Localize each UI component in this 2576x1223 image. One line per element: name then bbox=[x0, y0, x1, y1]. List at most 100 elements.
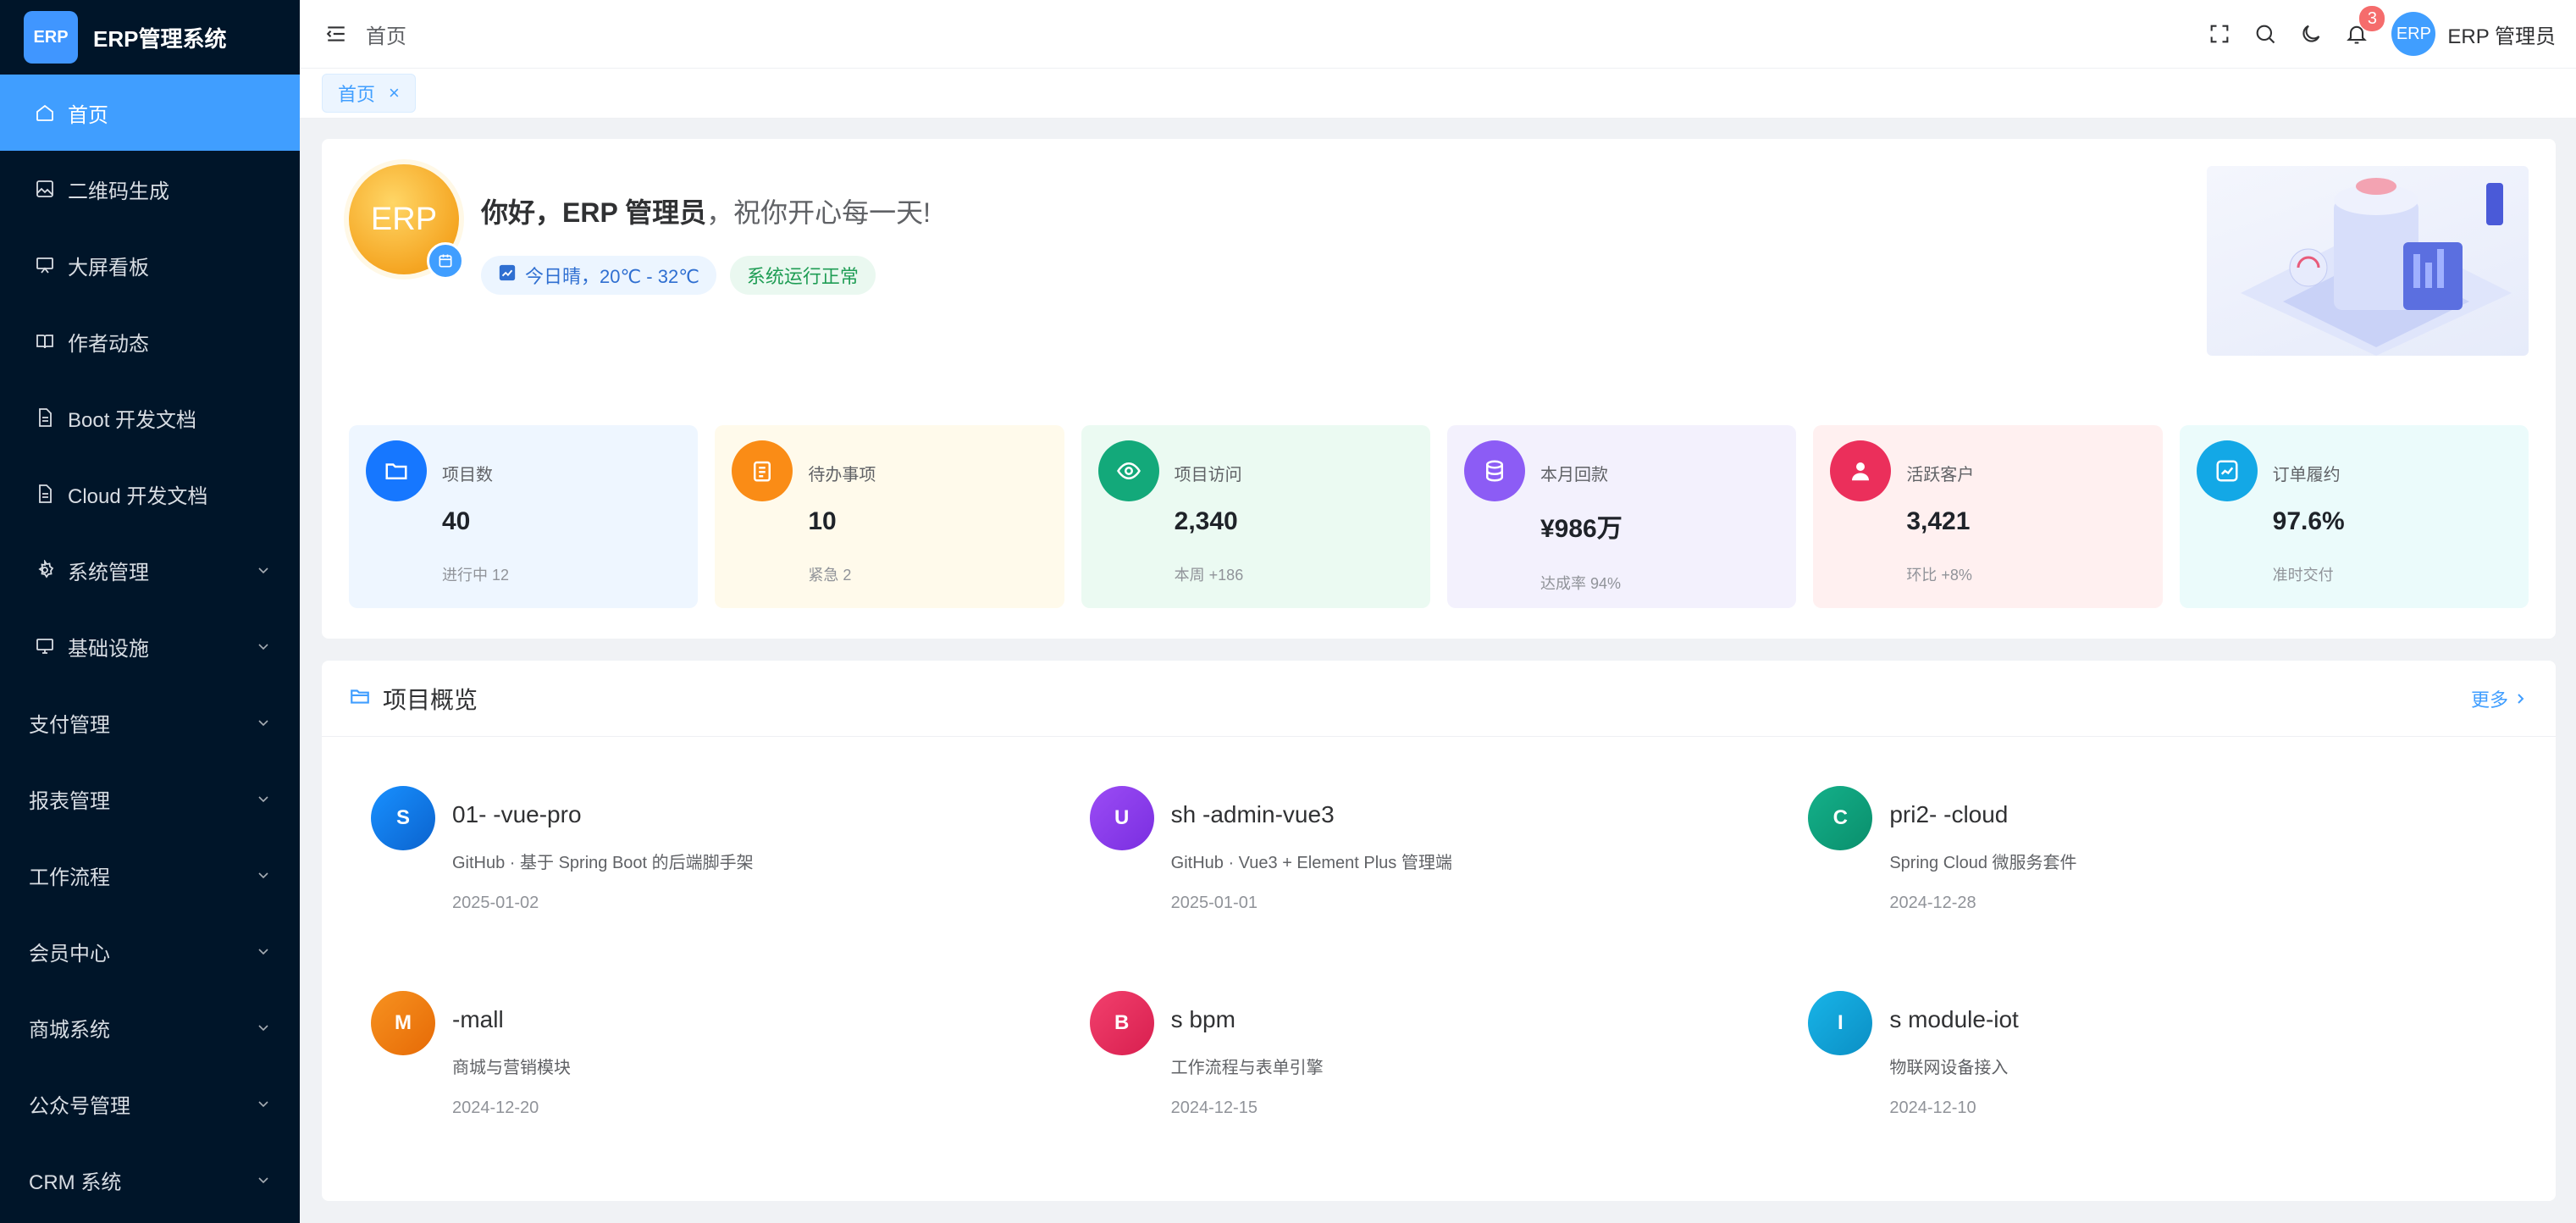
sidebar-item-boot-docs[interactable]: Boot 开发文档 bbox=[0, 379, 300, 456]
app-logo[interactable]: ERP ERP管理系统 bbox=[0, 0, 300, 75]
chevron-down-icon bbox=[256, 562, 271, 578]
project-name[interactable]: 01- -vue-pro bbox=[452, 801, 754, 828]
project-name[interactable]: s bpm bbox=[1171, 1006, 1324, 1033]
status-badge: 系统运行正常 bbox=[729, 256, 876, 295]
app-title: ERP管理系统 bbox=[93, 25, 227, 52]
tab-home[interactable]: 首页 × bbox=[322, 74, 416, 113]
search-icon[interactable] bbox=[2251, 19, 2280, 48]
notification-badge: 3 bbox=[2359, 6, 2385, 31]
eye-icon bbox=[1097, 440, 1159, 501]
project-name[interactable]: sh -admin-vue3 bbox=[1171, 801, 1452, 828]
list-item[interactable]: C pri2- -cloud Spring Cloud 微服务套件 2024-1… bbox=[1808, 786, 2527, 930]
logo-badge: ERP bbox=[24, 11, 78, 64]
sidebar-item-crm[interactable]: CRM 系统 bbox=[0, 1142, 300, 1218]
fullscreen-icon[interactable] bbox=[2205, 19, 2234, 48]
project-avatar: S bbox=[371, 786, 435, 850]
menu-fold-icon[interactable] bbox=[323, 21, 349, 47]
user-name: ERP 管理员 bbox=[2447, 25, 2556, 48]
breadcrumb[interactable]: 首页 bbox=[366, 19, 406, 49]
stat-label: 本月回款 bbox=[1540, 466, 1608, 484]
stat-sub: 本周 +186 bbox=[1174, 567, 1244, 584]
stat-value: 3,421 bbox=[1906, 507, 1971, 535]
project-desc: 工作流程与表单引擎 bbox=[1170, 1059, 1324, 1077]
stat-card-projects[interactable]: 项目数 40 进行中 12 bbox=[349, 425, 699, 608]
top-header: 首页 3 ERP ERP 管理员 bbox=[300, 0, 2576, 68]
stat-card-todos[interactable]: 待办事项 10 紧急 2 bbox=[715, 425, 1064, 608]
page-content: ERP 你好，ERP 管理员，祝你开心每一天! 今日晴，20℃ - 32℃ 系统… bbox=[300, 119, 2576, 1201]
chevron-down-icon bbox=[256, 1096, 271, 1111]
chart-icon bbox=[498, 263, 517, 287]
sidebar-item-reports[interactable]: 报表管理 bbox=[0, 761, 300, 837]
sidebar-item-label: 商城系统 bbox=[29, 1018, 110, 1042]
sidebar-item-infra[interactable]: 基础设施 bbox=[0, 608, 300, 684]
chevron-down-icon bbox=[256, 715, 271, 730]
greeting-prefix: 你好， bbox=[481, 197, 563, 228]
list-item[interactable]: U sh -admin-vue3 GitHub · Vue3 + Element… bbox=[1089, 786, 1809, 930]
sidebar-item-label: 报表管理 bbox=[29, 789, 110, 813]
image-icon bbox=[34, 178, 56, 200]
chevron-down-icon bbox=[256, 1020, 271, 1035]
stats-row: 项目数 40 进行中 12 待办事项 10 紧急 2 项目访问 2,340 本周… bbox=[349, 425, 2529, 608]
sidebar-item-label: 首页 bbox=[68, 103, 108, 127]
list-item[interactable]: M -mall 商城与营销模块 2024-12-20 bbox=[371, 991, 1090, 1135]
sidebar-item-dashboard[interactable]: 大屏看板 bbox=[0, 227, 300, 303]
project-desc: 商城与营销模块 bbox=[452, 1059, 571, 1077]
list-item[interactable]: S 01- -vue-pro GitHub · 基于 Spring Boot 的… bbox=[371, 786, 1090, 930]
project-date: 2024-12-15 bbox=[1170, 1098, 1258, 1117]
stat-card-visits[interactable]: 项目访问 2,340 本周 +186 bbox=[1081, 425, 1430, 608]
sidebar-item-qrcode[interactable]: 二维码生成 bbox=[0, 151, 300, 227]
list-item[interactable]: B s bpm 工作流程与表单引擎 2024-12-15 bbox=[1089, 991, 1809, 1135]
avatar-text: ERP bbox=[370, 201, 438, 237]
sidebar-item-cloud-docs[interactable]: Cloud 开发文档 bbox=[0, 456, 300, 532]
document-icon bbox=[34, 407, 56, 429]
stat-card-orders[interactable]: 订单履约 97.6% 准时交付 bbox=[2179, 425, 2529, 608]
sidebar-item-label: Boot 开发文档 bbox=[68, 408, 197, 432]
chevron-down-icon bbox=[256, 867, 271, 883]
sidebar-item-payment[interactable]: 支付管理 bbox=[0, 684, 300, 761]
tags-view: 首页 × bbox=[300, 68, 2576, 119]
sidebar-item-system[interactable]: 系统管理 bbox=[0, 532, 300, 608]
sidebar-item-label: 作者动态 bbox=[68, 332, 149, 356]
stat-value: 97.6% bbox=[2272, 507, 2345, 535]
calendar-icon bbox=[427, 242, 464, 279]
stat-card-payments[interactable]: 本月回款 ¥986万 达成率 94% bbox=[1446, 425, 1797, 608]
monitor-icon bbox=[34, 635, 56, 657]
projects-card: 项目概览 更多 S 01- -vue-pro GitHub · 基于 Sprin… bbox=[322, 661, 2556, 1201]
stat-card-customers[interactable]: 活跃客户 3,421 环比 +8% bbox=[1813, 425, 2163, 608]
chevron-right-icon bbox=[2518, 693, 2524, 704]
folder-icon bbox=[366, 440, 427, 501]
bell-icon[interactable]: 3 bbox=[2342, 6, 2385, 48]
avatar: ERP bbox=[2391, 12, 2436, 56]
main-area: 首页 3 ERP ERP 管理员 首页 × ERP 你好，ERP 管理员，祝你开… bbox=[300, 0, 2576, 1223]
project-name[interactable]: -mall bbox=[452, 1006, 571, 1033]
project-avatar: M bbox=[371, 991, 435, 1055]
sidebar-item-wechat[interactable]: 公众号管理 bbox=[0, 1065, 300, 1142]
greeting-suffix: ，祝你开心每一天! bbox=[706, 197, 931, 228]
moon-icon[interactable] bbox=[2297, 19, 2325, 48]
project-name[interactable]: s module-iot bbox=[1889, 1006, 2019, 1033]
stat-value: 40 bbox=[442, 507, 471, 535]
sidebar-item-workflow[interactable]: 工作流程 bbox=[0, 837, 300, 913]
sidebar-item-label: 大屏看板 bbox=[68, 256, 149, 279]
user-menu[interactable]: ERP ERP 管理员 bbox=[2391, 12, 2556, 56]
sidebar-item-home[interactable]: 首页 bbox=[0, 75, 300, 151]
project-name[interactable]: pri2- -cloud bbox=[1889, 801, 2076, 828]
sidebar-item-mall[interactable]: 商城系统 bbox=[0, 989, 300, 1065]
sidebar-item-label: 基础设施 bbox=[68, 637, 149, 661]
more-label: 更多 bbox=[2470, 689, 2508, 711]
more-link[interactable]: 更多 bbox=[2471, 685, 2527, 712]
home-icon bbox=[34, 102, 56, 124]
chevron-down-icon bbox=[256, 639, 271, 654]
sidebar-item-author-news[interactable]: 作者动态 bbox=[0, 303, 300, 379]
sidebar-item-label: 系统管理 bbox=[68, 561, 149, 584]
project-desc: GitHub · Vue3 + Element Plus 管理端 bbox=[1170, 854, 1452, 872]
weather-text: 今日晴，20℃ - 32℃ bbox=[525, 266, 699, 287]
sidebar-item-members[interactable]: 会员中心 bbox=[0, 913, 300, 989]
stat-sub: 准时交付 bbox=[2272, 567, 2334, 584]
chevron-down-icon bbox=[256, 944, 271, 959]
list-item[interactable]: I s module-iot 物联网设备接入 2024-12-10 bbox=[1808, 991, 2527, 1135]
chevron-down-icon bbox=[256, 1172, 271, 1187]
close-icon[interactable]: × bbox=[389, 84, 400, 102]
project-date: 2024-12-28 bbox=[1889, 894, 1976, 912]
sidebar-item-label: 会员中心 bbox=[29, 942, 110, 966]
